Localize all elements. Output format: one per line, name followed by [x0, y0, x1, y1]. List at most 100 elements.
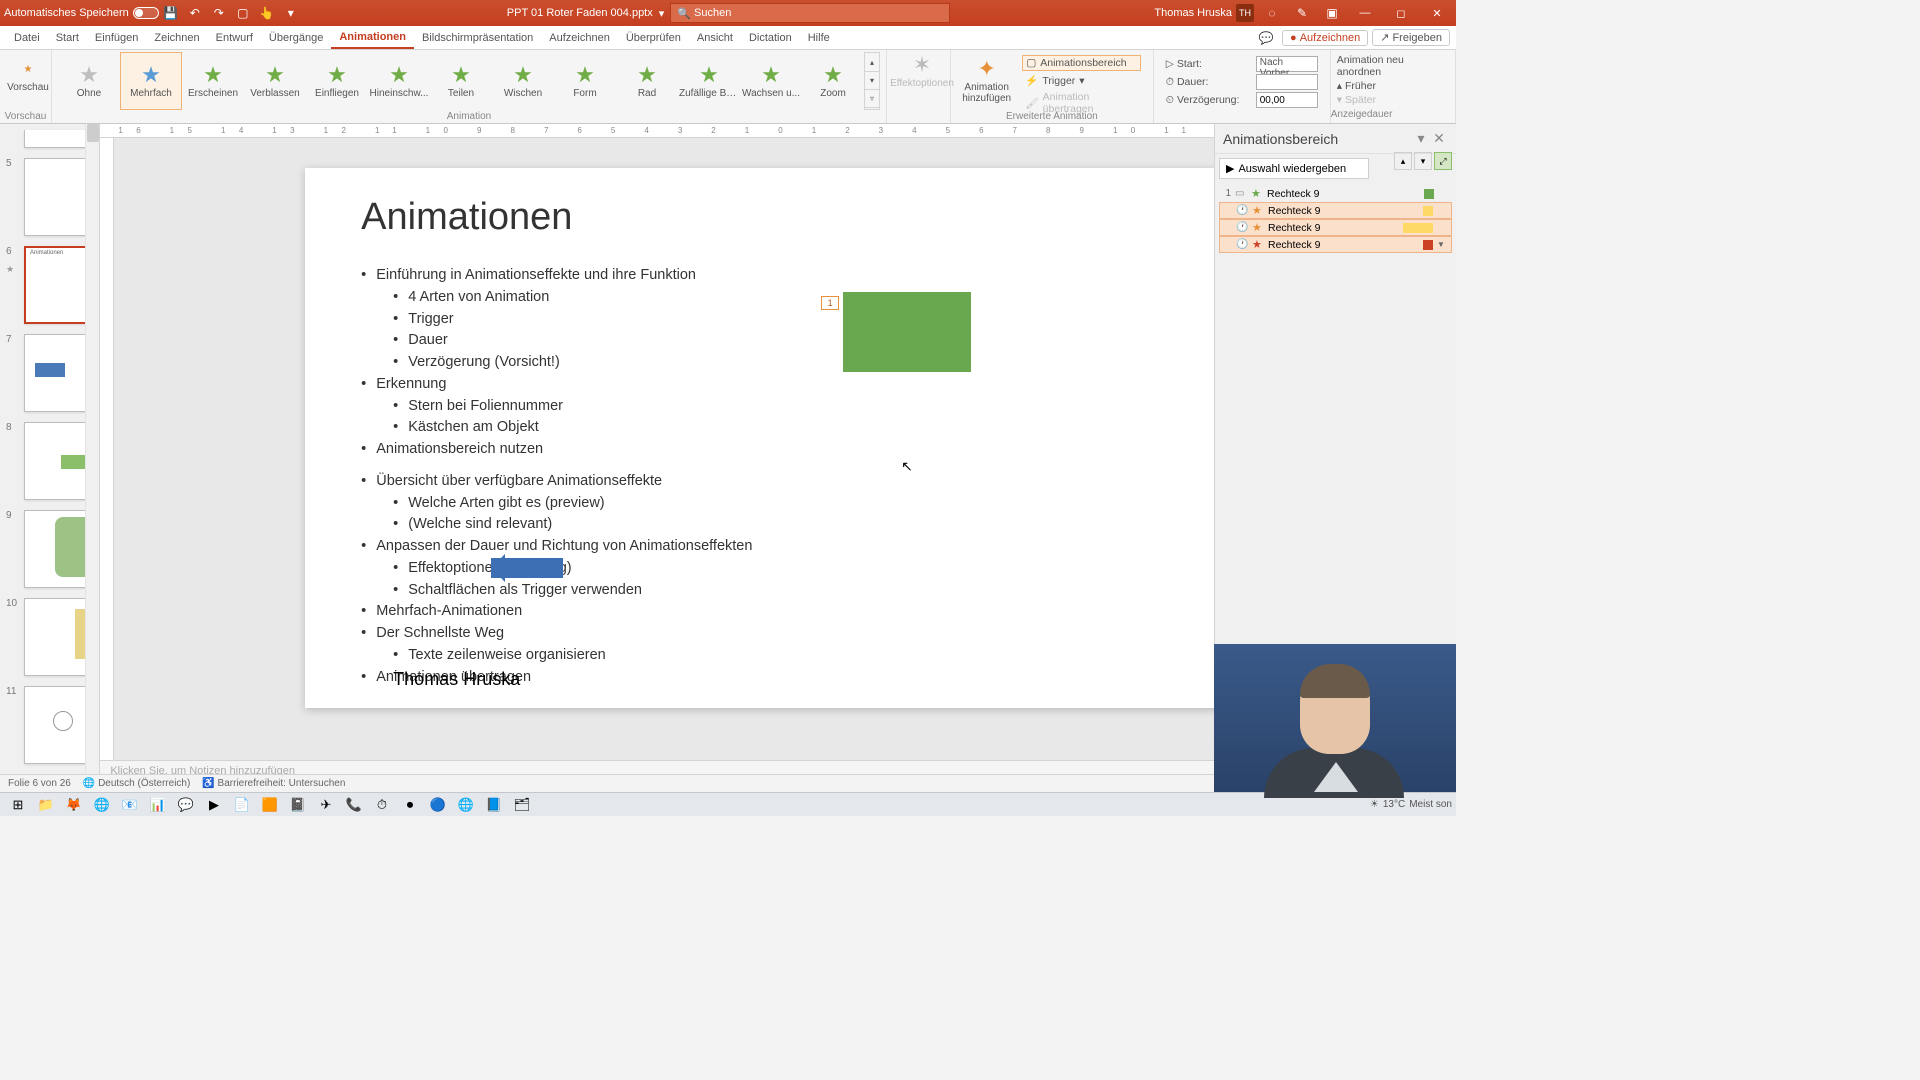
tab-einfügen[interactable]: Einfügen [87, 26, 146, 49]
taskbar-app[interactable]: 🗂 [508, 794, 536, 816]
move-down-button[interactable]: ▾ [1414, 152, 1432, 170]
preview-button[interactable]: ★ Vorschau [6, 52, 50, 93]
tab-datei[interactable]: Datei [6, 26, 48, 49]
coming-soon-icon[interactable]: ◌ [1263, 4, 1281, 22]
tab-entwurf[interactable]: Entwurf [208, 26, 261, 49]
slide-title[interactable]: Animationen [361, 196, 1209, 239]
play-selection-button[interactable]: ▶ Auswahl wiedergeben [1219, 158, 1369, 179]
trigger-button[interactable]: ⚡ Trigger ▾ [1022, 73, 1140, 88]
green-rectangle-shape[interactable] [843, 292, 971, 372]
anim-zufällige ba...[interactable]: ★Zufällige Ba... [678, 52, 740, 110]
ink-icon[interactable]: ✎ [1293, 4, 1311, 22]
tab-start[interactable]: Start [48, 26, 87, 49]
filename-dropdown-icon[interactable]: ▾ [659, 7, 665, 20]
save-icon[interactable]: 💾 [162, 4, 180, 22]
language-status[interactable]: 🌐 Deutsch (Österreich) [83, 778, 190, 789]
thumb-top[interactable] [24, 130, 83, 148]
pane-close-icon[interactable]: ✕ [1430, 130, 1448, 147]
slide-body[interactable]: Einführung in Animationseffekte und ihre… [361, 265, 1209, 688]
anim-zoom[interactable]: ★Zoom [802, 52, 864, 110]
qat-more-icon[interactable]: ▾ [282, 4, 300, 22]
move-up-button[interactable]: ▴ [1394, 152, 1412, 170]
taskbar-app[interactable]: 🟧 [256, 794, 284, 816]
slide-thumbnails[interactable]: 5 6Animationen★ 7 8 9 10 11 [0, 124, 100, 786]
tab-übergänge[interactable]: Übergänge [261, 26, 331, 49]
anim-wachsen u...[interactable]: ★Wachsen u... [740, 52, 802, 110]
touch-mode-icon[interactable]: 👆 [258, 4, 276, 22]
tab-hilfe[interactable]: Hilfe [800, 26, 838, 49]
thumb-8[interactable]: 8 [24, 422, 83, 500]
tab-überprüfen[interactable]: Überprüfen [618, 26, 689, 49]
anim-entry[interactable]: 🕐★Rechteck 9 [1219, 202, 1452, 219]
move-earlier-button[interactable]: ▴ Früher [1337, 80, 1449, 92]
tab-animationen[interactable]: Animationen [331, 26, 414, 49]
autosave-toggle[interactable]: Automatisches Speichern [4, 7, 159, 19]
tab-zeichnen[interactable]: Zeichnen [146, 26, 207, 49]
expand-button[interactable]: ⤢ [1434, 152, 1452, 170]
taskbar-app[interactable]: 🔵 [424, 794, 452, 816]
taskbar-app[interactable]: 📘 [480, 794, 508, 816]
taskbar-app[interactable]: 🦊 [60, 794, 88, 816]
taskbar-app[interactable]: 📁 [32, 794, 60, 816]
animation-list[interactable]: 1▭★Rechteck 9🕐★Rechteck 9🕐★Rechteck 9🕐★R… [1219, 185, 1452, 253]
thumb-7[interactable]: 7 [24, 334, 83, 412]
anim-einfliegen[interactable]: ★Einfliegen [306, 52, 368, 110]
anim-erscheinen[interactable]: ★Erscheinen [182, 52, 244, 110]
accessibility-status[interactable]: ♿ Barrierefreiheit: Untersuchen [202, 778, 345, 789]
thumb-11[interactable]: 11 [24, 686, 83, 764]
taskbar-app[interactable]: 📄 [228, 794, 256, 816]
pane-options-icon[interactable]: ▾ [1412, 130, 1430, 147]
anim-hineinschw...[interactable]: ★Hineinschw... [368, 52, 430, 110]
thumb-6[interactable]: 6Animationen★ [24, 246, 83, 324]
anim-teilen[interactable]: ★Teilen [430, 52, 492, 110]
anim-entry[interactable]: 1▭★Rechteck 9 [1219, 185, 1452, 202]
minimize-button[interactable]: — [1350, 7, 1380, 19]
anim-form[interactable]: ★Form [554, 52, 616, 110]
taskbar-app[interactable]: 🌐 [88, 794, 116, 816]
anim-verblassen[interactable]: ★Verblassen [244, 52, 306, 110]
tab-dictation[interactable]: Dictation [741, 26, 800, 49]
record-button[interactable]: ● Aufzeichnen [1282, 30, 1368, 46]
search-box[interactable]: 🔍 Suchen [670, 3, 950, 23]
animation-gallery[interactable]: ★Ohne★Mehrfach★Erscheinen★Verblassen★Ein… [58, 52, 880, 110]
thumb-10[interactable]: 10 [24, 598, 83, 676]
taskbar-app[interactable]: ▶ [200, 794, 228, 816]
animation-pane-toggle[interactable]: ▢ Animationsbereich [1022, 55, 1140, 71]
anim-rad[interactable]: ★Rad [616, 52, 678, 110]
tab-bildschirmpräsentation[interactable]: Bildschirmpräsentation [414, 26, 541, 49]
from-start-icon[interactable]: ▢ [234, 4, 252, 22]
thumb-9[interactable]: 9 [24, 510, 83, 588]
windows-taskbar[interactable]: ⊞📁🦊🌐📧📊💬▶📄🟧📓✈📞⏱⏺🔵🌐📘🗂 ☀ 13°C Meist son [0, 792, 1456, 816]
taskbar-app[interactable]: ⊞ [4, 794, 32, 816]
taskbar-app[interactable]: 📧 [116, 794, 144, 816]
tab-aufzeichnen[interactable]: Aufzeichnen [541, 26, 618, 49]
taskbar-app[interactable]: 📓 [284, 794, 312, 816]
anim-entry[interactable]: 🕐★Rechteck 9▼ [1219, 236, 1452, 253]
comments-icon[interactable]: 💬 [1257, 29, 1275, 47]
thumbnail-scrollbar[interactable] [85, 124, 99, 786]
animation-order-tag[interactable]: 1 [821, 296, 839, 310]
delay-input[interactable] [1256, 92, 1318, 108]
maximize-button[interactable]: ◻ [1386, 7, 1416, 20]
taskbar-app[interactable]: 🌐 [452, 794, 480, 816]
start-select[interactable]: Nach Vorher... [1256, 56, 1318, 72]
taskbar-app[interactable]: ⏱ [368, 794, 396, 816]
share-button[interactable]: ↗ Freigeben [1372, 29, 1450, 46]
taskbar-app[interactable]: ✈ [312, 794, 340, 816]
anim-entry[interactable]: 🕐★Rechteck 9 [1219, 219, 1452, 236]
taskbar-app[interactable]: ⏺ [396, 794, 424, 816]
gallery-scroll[interactable]: ▴▾▿ [864, 52, 880, 110]
taskbar-app[interactable]: 💬 [172, 794, 200, 816]
user-account[interactable]: Thomas Hruska TH [1154, 4, 1254, 22]
present-icon[interactable]: ▣ [1323, 4, 1341, 22]
taskbar-app[interactable]: 📞 [340, 794, 368, 816]
anim-mehrfach[interactable]: ★Mehrfach [120, 52, 182, 110]
thumb-5[interactable]: 5 [24, 158, 83, 236]
undo-icon[interactable]: ↶ [186, 4, 204, 22]
anim-ohne[interactable]: ★Ohne [58, 52, 120, 110]
blue-arrow-shape[interactable] [491, 558, 563, 578]
taskbar-app[interactable]: 📊 [144, 794, 172, 816]
slide-canvas[interactable]: Animationen Einführung in Animationseffe… [305, 168, 1265, 708]
close-button[interactable]: ✕ [1422, 7, 1452, 20]
anim-wischen[interactable]: ★Wischen [492, 52, 554, 110]
